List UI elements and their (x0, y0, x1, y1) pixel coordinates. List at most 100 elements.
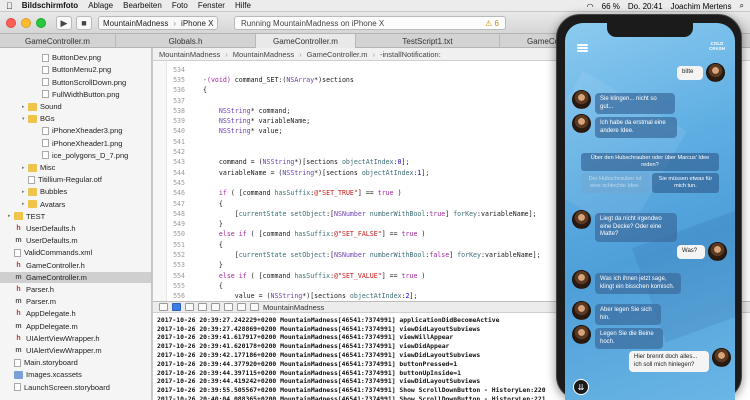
navigator-item[interactable]: m GameController.m (0, 271, 151, 284)
navigator-item[interactable]: Titillium-Regular.otf (0, 174, 151, 186)
menu-fenster[interactable]: Fenster (198, 1, 225, 10)
navigator-item[interactable]: FullWidthButton.png (0, 89, 151, 101)
warning-count[interactable]: ⚠ 6 (485, 19, 499, 28)
navigator-item[interactable]: h UserDefaults.h (0, 223, 151, 235)
line-number: 542 (173, 148, 185, 157)
close-window-button[interactable] (6, 18, 16, 28)
screenshot-root:  Bildschirmfoto Ablage Bearbeiten Foto … (0, 0, 750, 400)
code-text: variableName = (NSString*)[sections obje… (203, 168, 430, 177)
source-file-icon: m (15, 237, 22, 245)
navigator-item[interactable]: ButtonScrollDown.png (0, 76, 151, 88)
player-message-bubble: Was? (677, 245, 705, 259)
menu-icon[interactable] (577, 44, 588, 52)
apple-icon[interactable]:  (6, 1, 13, 11)
navigator-item-label: Avatars (40, 199, 66, 209)
navigator-item[interactable]: ▸ Misc (0, 162, 151, 174)
navigator-item[interactable]: ValidCommands.xml (0, 247, 151, 259)
menu-bearbeiten[interactable]: Bearbeiten (123, 1, 162, 10)
navigator-item[interactable]: h Parser.h (0, 284, 151, 296)
navigator-item[interactable]: ▸ Sound (0, 101, 151, 113)
code-text: -(void) command_SET:(NSArray*)sections (203, 75, 354, 84)
battery-level[interactable]: 66 % (602, 2, 620, 11)
navigator-item-label: ButtonScrollDown.png (52, 77, 127, 87)
navigator-item[interactable]: m UserDefaults.m (0, 235, 151, 247)
navigator-item-label: Main.storyboard (24, 358, 78, 368)
menu-app-name[interactable]: Bildschirmfoto (22, 1, 78, 10)
navigator-item-label: Misc (40, 163, 56, 173)
menubar-clock[interactable]: Do. 20:41 (628, 2, 663, 11)
debug-target[interactable]: MountainMadness (263, 303, 324, 312)
search-icon[interactable]: ⌕ (740, 1, 744, 11)
tab-gamecontroller-active[interactable]: GameController.m (256, 34, 356, 48)
step-in-icon[interactable] (211, 303, 220, 311)
run-button[interactable]: ▶ (56, 16, 72, 30)
navigator-item[interactable]: ButtonMenu2.png (0, 64, 151, 76)
dialogue-choice-button[interactable]: Der Hubschrauber ist eine schlechte Idee… (581, 173, 649, 193)
zoom-window-button[interactable] (36, 18, 46, 28)
navigator-item[interactable]: ▸ Avatars (0, 198, 151, 210)
player-avatar (706, 63, 725, 82)
hide-debug-area-icon[interactable] (159, 303, 168, 311)
npc-message-bubble: Aber legen Sie sich hin. (595, 304, 661, 325)
player-avatar (708, 242, 727, 261)
navigator-item[interactable]: m Parser.m (0, 296, 151, 308)
line-number: 550 (173, 230, 185, 239)
tab-testscript[interactable]: TestScript1.txt (356, 34, 500, 48)
tab-gamecontroller-1[interactable]: GameController.m (0, 34, 116, 48)
dialogue-choice-button[interactable]: Sie müssen etwas für mich tun. (652, 173, 719, 193)
view-debugger-icon[interactable] (237, 303, 246, 311)
file-icon (42, 78, 49, 87)
navigator-item[interactable]: m UIAlertViewWrapper.m (0, 345, 151, 357)
scheme-selector[interactable]: MountainMadness › iPhone X (98, 16, 218, 30)
file-icon (42, 126, 49, 135)
source-file-icon: m (15, 298, 22, 306)
simulator-screen[interactable]: COLD CRASH ⇊ bitte Sie klingen... nicht s… (565, 23, 735, 400)
file-icon (42, 53, 49, 62)
menu-hilfe[interactable]: Hilfe (235, 1, 251, 10)
navigator-item-label: Parser.h (26, 285, 54, 295)
navigator-item[interactable]: iPhoneXheader3.png (0, 125, 151, 137)
minimize-window-button[interactable] (21, 18, 31, 28)
navigator-item[interactable]: ▸ Bubbles (0, 186, 151, 198)
location-icon[interactable] (250, 303, 259, 311)
step-over-icon[interactable] (198, 303, 207, 311)
code-text: { (203, 281, 223, 290)
npc-message-bubble: Liegt da nicht irgendwo eine Decke? Oder… (595, 213, 677, 242)
scheme-app: MountainMadness (103, 18, 169, 28)
navigator-item[interactable]: Main.storyboard (0, 357, 151, 369)
navigator-item[interactable]: LaunchScreen.storyboard (0, 381, 151, 393)
code-text: NSString* value; (218, 127, 283, 136)
npc-message-bubble: Sie klingen... nicht so gut... (595, 93, 675, 114)
breakpoints-toggle-icon[interactable] (172, 303, 181, 311)
navigator-item[interactable]: ▾ BGs (0, 113, 151, 125)
npc-avatar (572, 210, 591, 229)
code-text: } (203, 220, 223, 229)
scroll-down-button[interactable]: ⇊ (573, 379, 589, 395)
navigator-item[interactable]: m AppDelegate.m (0, 320, 151, 332)
line-number: 552 (173, 251, 185, 260)
menubar-user[interactable]: Joachim Mertens (671, 2, 732, 11)
navigator-item[interactable]: h UIAlertViewWrapper.h (0, 333, 151, 345)
navigator-item[interactable]: Images.xcassets (0, 369, 151, 381)
folder-icon (14, 212, 23, 221)
pause-icon[interactable] (185, 303, 194, 311)
menu-ablage[interactable]: Ablage (88, 1, 113, 10)
navigator-item[interactable]: h GameController.h (0, 259, 151, 271)
stop-button[interactable]: ■ (76, 16, 92, 30)
wifi-icon[interactable]: ◠ (587, 2, 594, 11)
navigator-item[interactable]: iPhoneXheader1.png (0, 137, 151, 149)
navigator-item[interactable]: ▸ TEST (0, 211, 151, 223)
navigator-item-label: UserDefaults.h (26, 224, 76, 234)
step-out-icon[interactable] (224, 303, 233, 311)
dialogue-choice-button[interactable]: Über den Hubschrauber oder über Marcus' … (581, 153, 719, 171)
jump-bar-method[interactable]: -installNotification: (380, 50, 441, 59)
navigator-item[interactable]: h AppDelegate.h (0, 308, 151, 320)
line-number: 555 (173, 281, 185, 290)
tab-globals[interactable]: Globals.h (116, 34, 256, 48)
jump-bar-group[interactable]: MountainMadness (233, 50, 294, 59)
navigator-item[interactable]: ice_polygons_D_7.png (0, 150, 151, 162)
menu-foto[interactable]: Foto (172, 1, 188, 10)
jump-bar-file[interactable]: GameController.m (307, 50, 368, 59)
navigator-item[interactable]: ButtonDev.png (0, 52, 151, 64)
jump-bar-project[interactable]: MountainMadness (159, 50, 220, 59)
